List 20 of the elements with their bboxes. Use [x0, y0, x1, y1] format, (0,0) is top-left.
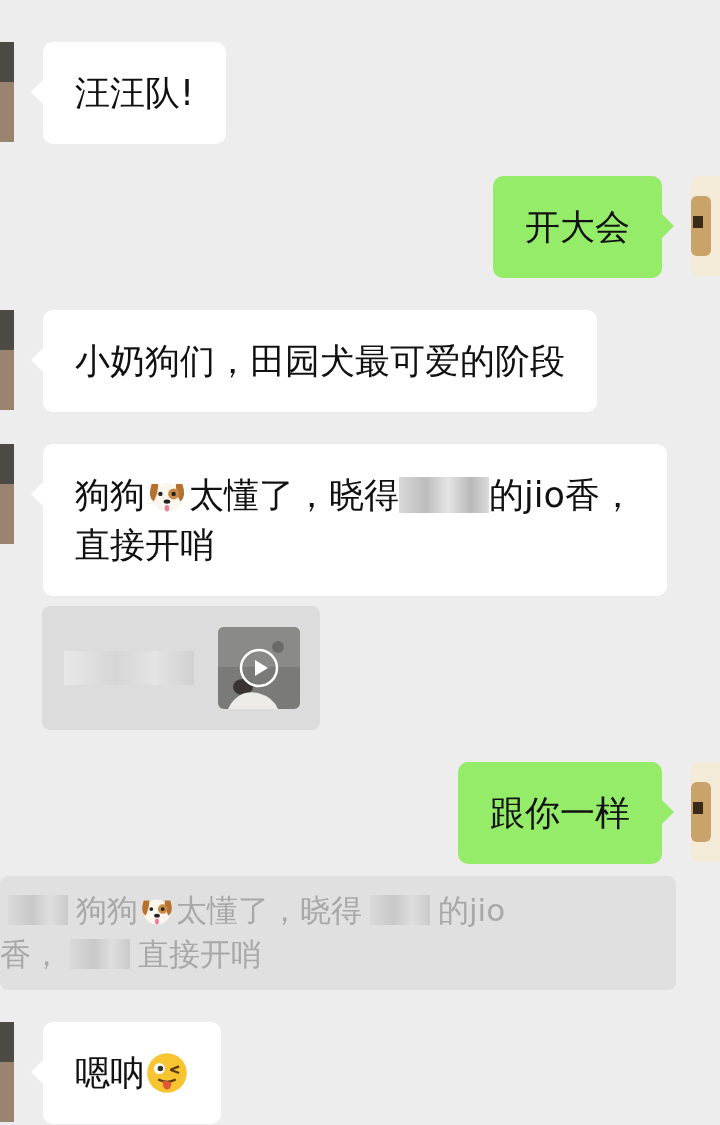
- winking-tongue-face-icon: [145, 1051, 189, 1095]
- message-text: 的jio香，: [489, 474, 635, 517]
- message-text: 开大会: [525, 206, 630, 249]
- quoted-text: 太懂了，晓得: [176, 891, 362, 930]
- message-text: 汪汪队!: [75, 72, 195, 115]
- message-text: 狗狗: [75, 474, 145, 517]
- message-text: 直接开哨: [75, 524, 215, 567]
- quoted-video-card[interactable]: [42, 606, 320, 730]
- quoted-text: 香，: [0, 935, 62, 974]
- message-text: 跟你一样: [490, 792, 630, 835]
- play-icon[interactable]: [239, 648, 279, 688]
- message-text: 太懂了，晓得: [189, 474, 399, 517]
- message-text: 小奶狗们，田园犬最可爱的阶段: [75, 340, 565, 383]
- blurred-text: [70, 939, 130, 969]
- message-text: 嗯呐: [75, 1052, 145, 1095]
- quoted-text: 的jio: [438, 891, 506, 930]
- blurred-text: [8, 895, 68, 925]
- blurred-text: [370, 895, 430, 925]
- quoted-text: 直接开哨: [138, 935, 262, 974]
- quoted-text: 狗狗: [76, 891, 138, 930]
